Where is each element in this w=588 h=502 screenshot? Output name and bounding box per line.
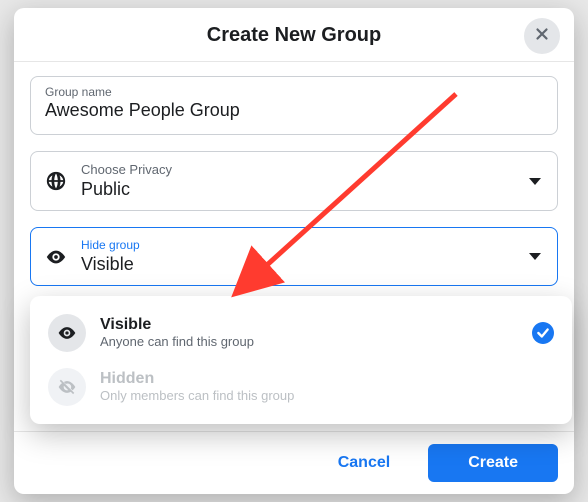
modal-body: Group name Awesome People Group Choose P… bbox=[14, 62, 574, 431]
visibility-value: Visible bbox=[81, 253, 515, 276]
option-text: Hidden Only members can find this group bbox=[100, 369, 554, 405]
close-icon bbox=[533, 25, 551, 48]
chevron-down-icon bbox=[529, 253, 541, 260]
group-name-value: Awesome People Group bbox=[45, 99, 543, 122]
privacy-text: Choose Privacy Public bbox=[81, 162, 515, 200]
option-subtitle: Anyone can find this group bbox=[100, 334, 518, 351]
modal-title: Create New Group bbox=[14, 24, 574, 47]
chevron-down-icon bbox=[529, 178, 541, 185]
create-group-modal: Create New Group Group name Awesome Peop… bbox=[14, 8, 574, 494]
option-text: Visible Anyone can find this group bbox=[100, 315, 518, 351]
option-title: Hidden bbox=[100, 369, 554, 388]
group-name-field[interactable]: Group name Awesome People Group bbox=[30, 76, 558, 135]
create-button[interactable]: Create bbox=[428, 444, 558, 482]
privacy-label: Choose Privacy bbox=[81, 162, 515, 178]
group-name-label: Group name bbox=[45, 85, 543, 99]
privacy-value: Public bbox=[81, 178, 515, 201]
eye-icon bbox=[48, 314, 86, 352]
modal-footer: Cancel Create bbox=[14, 431, 574, 494]
modal-header: Create New Group bbox=[14, 8, 574, 62]
option-title: Visible bbox=[100, 315, 518, 334]
eye-off-icon bbox=[48, 368, 86, 406]
visibility-option-hidden[interactable]: Hidden Only members can find this group bbox=[36, 360, 566, 414]
close-button[interactable] bbox=[524, 18, 560, 54]
visibility-text: Hide group Visible bbox=[81, 238, 515, 275]
check-icon bbox=[532, 322, 554, 344]
visibility-label: Hide group bbox=[81, 238, 515, 252]
visibility-dropdown: Visible Anyone can find this group Hidde… bbox=[30, 296, 572, 424]
cancel-button[interactable]: Cancel bbox=[310, 444, 418, 482]
option-subtitle: Only members can find this group bbox=[100, 388, 554, 405]
visibility-field[interactable]: Hide group Visible bbox=[30, 227, 558, 286]
visibility-option-visible[interactable]: Visible Anyone can find this group bbox=[36, 306, 566, 360]
globe-icon bbox=[45, 170, 67, 192]
privacy-field[interactable]: Choose Privacy Public bbox=[30, 151, 558, 211]
eye-icon bbox=[45, 246, 67, 268]
